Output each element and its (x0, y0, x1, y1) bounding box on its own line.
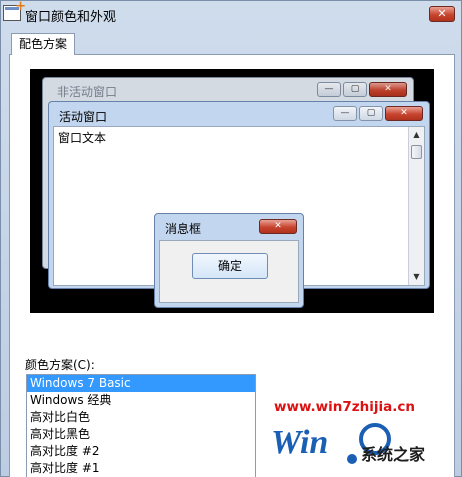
ok-button: 确定 (192, 253, 268, 279)
close-icon: ✕ (369, 82, 407, 97)
close-icon: ✕ (259, 219, 297, 234)
message-box-client: 确定 (159, 240, 299, 303)
scroll-down-icon: ▼ (413, 272, 420, 281)
tab-color-scheme[interactable]: 配色方案 (11, 33, 75, 55)
window-color-appearance-dialog: + 窗口颜色和外观 ✕ 配色方案 非活动窗口 — ▢ ✕ 活动窗口 — ▢ ✕ … (0, 0, 462, 477)
scroll-thumb (411, 145, 422, 159)
maximize-icon: ▢ (343, 82, 367, 97)
title-bar[interactable]: + 窗口颜色和外观 ✕ (1, 0, 461, 29)
minimize-icon: — (333, 106, 357, 121)
close-button[interactable]: ✕ (429, 6, 455, 22)
message-box-preview: 消息框 ✕ 确定 (154, 213, 304, 308)
window-title: 窗口颜色和外观 (25, 10, 117, 25)
app-icon: + (3, 0, 26, 21)
svg-text:Win: Win (271, 424, 328, 461)
appearance-preview: 非活动窗口 — ▢ ✕ 活动窗口 — ▢ ✕ 窗口文本 ▲ ▼ 消息框 ✕ 确定 (30, 69, 434, 313)
inactive-window-title: 非活动窗口 (57, 85, 118, 99)
message-box-title: 消息框 (165, 222, 202, 236)
list-item[interactable]: 高对比黑色 (27, 426, 255, 443)
vertical-scrollbar: ▲ ▼ (408, 127, 424, 285)
list-item[interactable]: 高对比度 #1 (27, 460, 255, 477)
color-scheme-label: 颜色方案(C): (25, 358, 95, 372)
watermark-brand: 系统之家 (361, 445, 426, 464)
close-icon: ✕ (385, 106, 423, 121)
list-item[interactable]: 高对比白色 (27, 409, 255, 426)
color-scheme-list[interactable]: Windows 7 Basic Windows 经典 高对比白色 高对比黑色 高… (26, 374, 256, 477)
active-window-title: 活动窗口 (59, 110, 108, 124)
list-item[interactable]: Windows 经典 (27, 392, 255, 409)
maximize-icon: ▢ (359, 106, 383, 121)
list-item[interactable]: 高对比度 #2 (27, 443, 255, 460)
window-text: 窗口文本 (58, 131, 107, 145)
minimize-icon: — (317, 82, 341, 97)
list-item[interactable]: Windows 7 Basic (27, 375, 255, 392)
scroll-up-icon: ▲ (413, 130, 420, 139)
